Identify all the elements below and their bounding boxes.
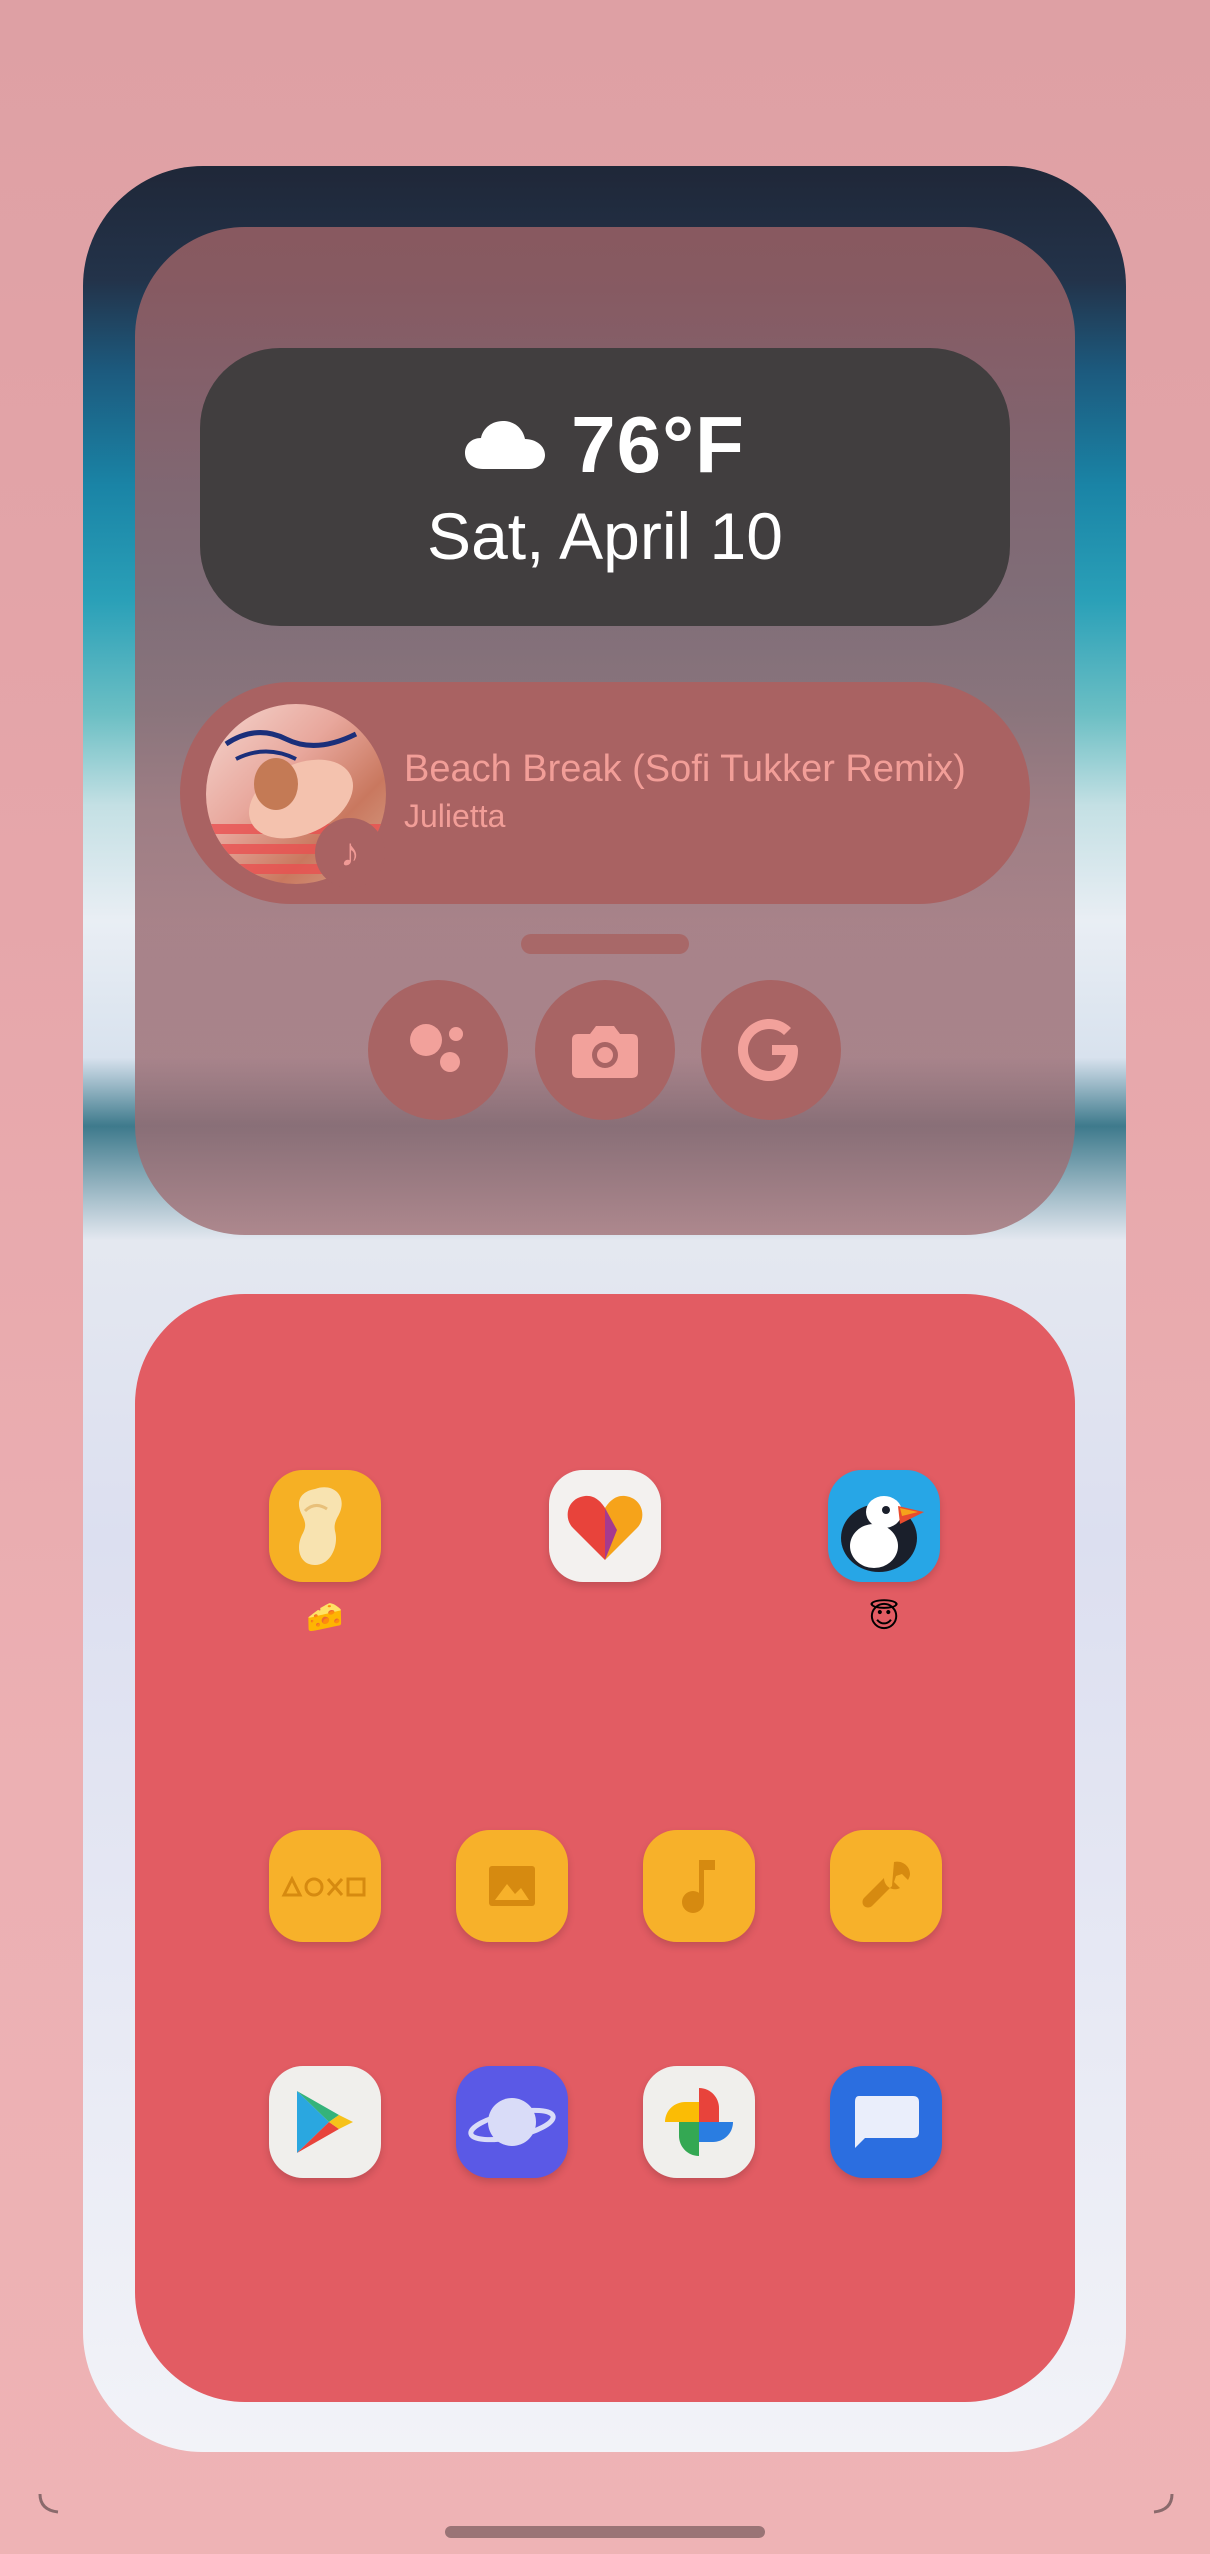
- play-store-app[interactable]: [269, 2066, 381, 2178]
- games-folder-icon: [281, 1875, 366, 1897]
- play-store-icon: [297, 2091, 353, 2153]
- app-label: 🧀: [306, 1601, 344, 1634]
- song-title: Beach Break (Sofi Tukker Remix): [404, 748, 966, 790]
- tools-folder[interactable]: [830, 1830, 942, 1942]
- weather-row: 76°F: [200, 400, 1010, 490]
- puffin-app[interactable]: [828, 1470, 940, 1582]
- samsung-internet-app[interactable]: [456, 2066, 568, 2178]
- heart-app-icon: [567, 1495, 643, 1560]
- peanut-app-icon: [298, 1487, 342, 1565]
- messages-icon: [855, 2096, 919, 2148]
- puffin-browser-icon: [841, 1496, 924, 1572]
- google-photos-app[interactable]: [643, 2066, 755, 2178]
- camera-icon: [572, 1026, 638, 1078]
- cloud-icon: [465, 421, 546, 469]
- drag-handle[interactable]: [521, 934, 689, 954]
- date-label: Sat, April 10: [427, 499, 783, 573]
- music-folder[interactable]: [643, 1830, 755, 1942]
- gesture-nav-bar[interactable]: [445, 2526, 765, 2538]
- google-photos-icon: [665, 2088, 733, 2156]
- photos-folder[interactable]: [456, 1830, 568, 1942]
- google-search-button[interactable]: [701, 980, 841, 1120]
- tools-folder-icon: [862, 1861, 910, 1908]
- now-playing-widget[interactable]: ♪ Beach Break (Sofi Tukker Remix) Juliet…: [180, 682, 1030, 904]
- weather-widget[interactable]: 76°F Sat, April 10: [200, 348, 1010, 626]
- temperature: 76°F: [571, 400, 745, 489]
- rounded-corner-left: [38, 2493, 59, 2514]
- heart-app[interactable]: [549, 1470, 661, 1582]
- camera-button[interactable]: [535, 980, 675, 1120]
- games-folder[interactable]: [269, 1830, 381, 1942]
- photos-folder-icon: [489, 1866, 535, 1906]
- google-search-icon: [738, 1019, 798, 1081]
- peanut-app[interactable]: [269, 1470, 381, 1582]
- music-folder-icon: [682, 1860, 715, 1913]
- rounded-corner-right: [1153, 2493, 1174, 2514]
- samsung-internet-icon: [468, 2098, 556, 2146]
- google-assistant-icon: [410, 1024, 463, 1072]
- messages-app[interactable]: [830, 2066, 942, 2178]
- app-label: 😇: [868, 1601, 900, 1634]
- google-assistant-button[interactable]: [368, 980, 508, 1120]
- song-artist: Julietta: [404, 798, 506, 834]
- music-note-icon: ♪: [315, 818, 385, 888]
